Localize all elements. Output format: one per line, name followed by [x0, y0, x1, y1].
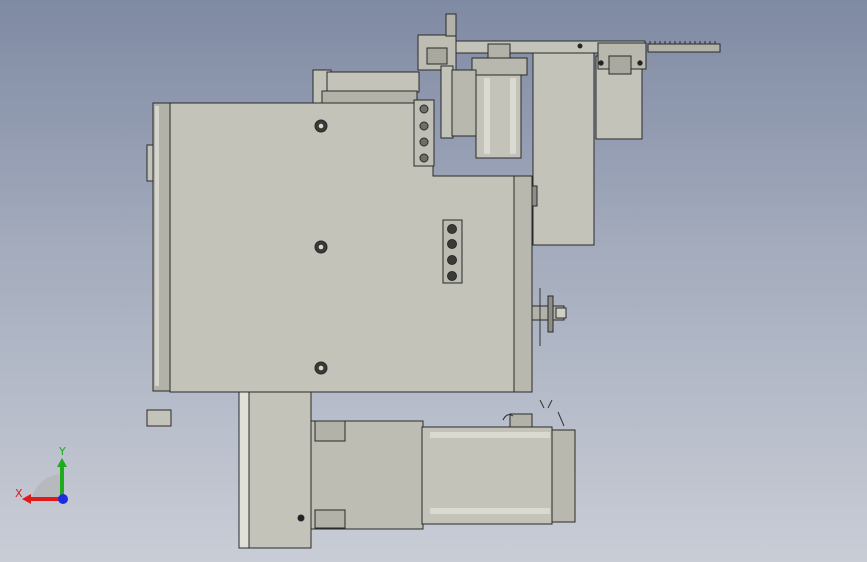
y-axis-label: Y [58, 445, 66, 458]
vertical-column [532, 52, 595, 246]
triad-plane-icon [32, 473, 62, 499]
servo-motor [310, 399, 576, 530]
x-axis-label: X [15, 487, 23, 500]
z-axis-dot [58, 494, 68, 504]
lower-column [238, 391, 312, 549]
cad-viewport[interactable]: Y X [0, 0, 867, 562]
side-shaft [531, 288, 567, 346]
y-axis-arrow-head [57, 458, 67, 467]
spacer-block [146, 409, 172, 427]
comb-strip [647, 41, 721, 53]
coordinate-triad: Y X [15, 445, 68, 504]
assembly-model[interactable] [146, 13, 721, 549]
x-axis-arrow-head [22, 494, 31, 504]
